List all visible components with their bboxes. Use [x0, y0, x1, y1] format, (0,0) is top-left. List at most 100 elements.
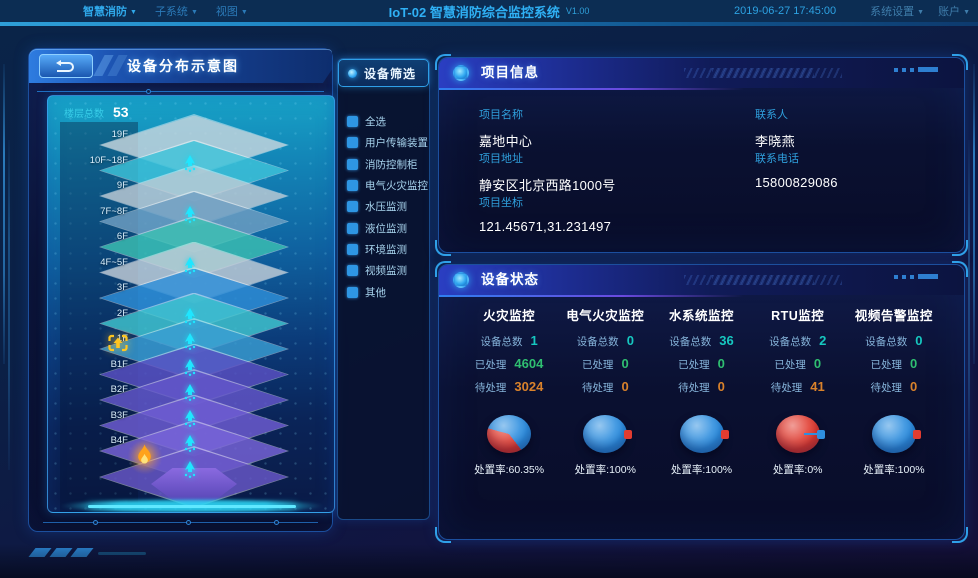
stat-label: 已处理 [871, 357, 903, 372]
checkbox-icon[interactable] [347, 159, 358, 170]
caret-down-icon: ▼ [963, 9, 970, 16]
disposal-rate-label: 处置率:0% [750, 462, 846, 477]
project-field-value: 121.45671,31.231497 [479, 219, 611, 234]
status-column-title: 火灾监控 [461, 305, 557, 324]
filter-option[interactable]: 电气火灾监控 [347, 175, 427, 196]
checkbox-icon[interactable] [347, 287, 358, 298]
stat-value: 0 [718, 356, 725, 371]
pie-minority-nub [721, 430, 729, 439]
checkbox-icon[interactable] [347, 201, 358, 212]
filter-option[interactable]: 消防控制柜 [347, 154, 427, 175]
disposal-rate-pie [583, 415, 627, 453]
floor-total-value: 53 [113, 104, 129, 120]
chevron-line-decor [98, 552, 146, 555]
menu-视图[interactable]: 视图▼ [216, 3, 248, 19]
status-stat-row: 已处理0 [750, 356, 846, 379]
status-column: 水系统监控设备总数36已处理0待处理0处置率:100% [653, 305, 749, 477]
header-marks-decor [894, 274, 938, 279]
stat-label: 待处理 [582, 380, 614, 395]
floor-label: B2F [50, 384, 128, 395]
stat-label: 待处理 [475, 380, 507, 395]
caret-down-icon: ▼ [130, 9, 137, 16]
filter-option[interactable]: 水压监测 [347, 196, 427, 217]
glow-dot-icon [453, 65, 469, 81]
project-field-value: 15800829086 [755, 175, 838, 190]
datetime-label: 2019-06-27 17:45:00 [734, 5, 836, 17]
device-distribution-panel: 设备分布示意图 楼层总数53 19F10F~18F9F7F~8F6F4F~5F3… [28, 48, 333, 532]
checkbox-icon[interactable] [347, 244, 358, 255]
topbar-right-menus: 系统设置▼ 账户▼ [856, 3, 970, 19]
caret-down-icon: ▼ [191, 9, 198, 16]
floor-total: 楼层总数 53 [64, 104, 129, 122]
disposal-rate-label: 处置率:100% [557, 462, 653, 477]
project-field-label: 项目名称 [479, 106, 532, 122]
status-column: RTU监控设备总数2已处理0待处理41处置率:0% [750, 305, 846, 477]
stat-value: 4604 [514, 356, 543, 371]
filter-option[interactable]: 视频监测 [347, 260, 427, 281]
filter-option[interactable]: 环境监测 [347, 239, 427, 260]
filter-option[interactable]: 用户传输装置 [347, 132, 427, 153]
disposal-rate-pie [776, 415, 820, 453]
status-stat-row: 已处理0 [653, 356, 749, 379]
pie-gloss-decor [872, 415, 916, 453]
status-column: 电气火灾监控设备总数0已处理0待处理0处置率:100% [557, 305, 653, 477]
checkbox-icon[interactable] [347, 223, 358, 234]
filter-option-label: 消防控制柜 [365, 157, 418, 172]
menu-智慧消防[interactable]: 智慧消防▼ [83, 3, 137, 19]
app-title: IoT-02 智慧消防综合监控系统 V1.00 [389, 0, 590, 22]
checkbox-icon[interactable] [347, 116, 358, 127]
filter-option-label: 水压监测 [365, 199, 407, 214]
checkbox-icon[interactable] [347, 265, 358, 276]
stat-value: 3024 [514, 379, 543, 394]
project-field: 项目坐标 121.45671,31.231497 [479, 194, 611, 234]
sprinkler-icon [183, 155, 197, 178]
stat-label: 待处理 [871, 380, 903, 395]
disposal-rate-label: 处置率:100% [846, 462, 942, 477]
floor-label: B4F [50, 435, 128, 446]
stat-value: 0 [627, 333, 634, 348]
status-column: 火灾监控设备总数1已处理4604待处理3024处置率:60.35% [461, 305, 557, 477]
floor-total-label: 楼层总数 [64, 109, 104, 120]
stat-value: 0 [910, 356, 917, 371]
status-stat-row: 已处理4604 [461, 356, 557, 379]
pie-minority-nub [624, 430, 632, 439]
status-stat-row: 设备总数1 [461, 333, 557, 356]
project-field-label: 联系人 [755, 106, 795, 122]
panel-bottom-decor [43, 522, 318, 523]
status-stat-row: 设备总数2 [750, 333, 846, 356]
checkbox-icon[interactable] [347, 137, 358, 148]
device-filter-title: 设备筛选 [364, 65, 416, 82]
filter-option[interactable]: 全选 [347, 111, 427, 132]
stat-label: 已处理 [582, 357, 614, 372]
menu-子系统[interactable]: 子系统▼ [155, 3, 198, 19]
menu-系统设置[interactable]: 系统设置▼ [870, 6, 924, 18]
menu-账户[interactable]: 账户▼ [938, 6, 970, 18]
floor-label: 10F~18F [50, 155, 128, 166]
floor-label: 2F [50, 308, 128, 319]
status-stat-row: 已处理 0 [557, 356, 653, 379]
sprinkler-icon [183, 384, 197, 407]
stat-label: 设备总数 [865, 334, 907, 349]
filter-option-label: 全选 [365, 114, 386, 129]
project-field-label: 项目坐标 [479, 194, 611, 210]
pie-gloss-decor [680, 415, 724, 453]
checkbox-icon[interactable] [347, 180, 358, 191]
back-button[interactable] [39, 54, 93, 78]
stat-label: 设备总数 [480, 334, 522, 349]
stat-value: 36 [719, 333, 733, 348]
elevator-up-icon [108, 334, 128, 357]
filter-option[interactable]: 液位监测 [347, 217, 427, 238]
stat-label: 设备总数 [577, 334, 619, 349]
glow-dot-icon [453, 272, 469, 288]
filter-option[interactable]: 其他 [347, 281, 427, 302]
topbar-glow-divider [0, 22, 978, 26]
stat-value: 0 [814, 356, 821, 371]
device-status-title: 设备状态 [481, 265, 539, 295]
pie-minority-nub [913, 430, 921, 439]
dashboard: 智慧消防▼ 子系统▼ 视图▼ IoT-02 智慧消防综合监控系统 V1.00 201… [0, 0, 978, 578]
stat-value: 0 [718, 379, 725, 394]
header-underline-decor [439, 295, 744, 297]
stat-value: 0 [621, 356, 628, 371]
device-filter-tab[interactable]: 设备筛选 [338, 59, 429, 87]
hatch-decor [684, 275, 814, 285]
